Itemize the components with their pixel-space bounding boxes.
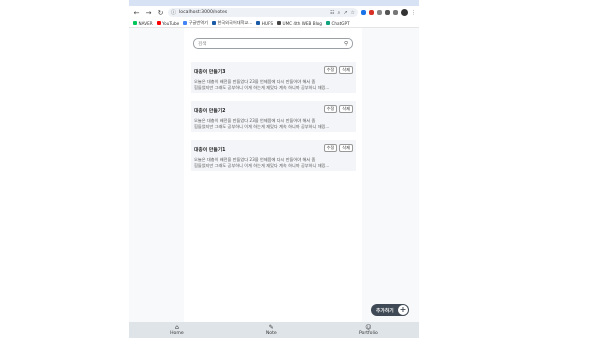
nav-label: Home	[170, 331, 184, 336]
note-body-line: 힘들었지만 그래도 공부하니 이게 하는게 재밌다 계속 하니까 공부하니 재밌…	[194, 84, 330, 90]
address-bar[interactable]: ⓘ localhost:3000/notes ☷ ⌕ ↗ ☆	[168, 8, 358, 17]
search-placeholder: 검색	[198, 41, 207, 47]
extension-icon[interactable]	[385, 10, 390, 15]
edit-button[interactable]: 수정	[323, 105, 338, 113]
note-body-line: 힘들었지만 그래도 공부하니 이게 하는게 재밌다 계속 하니까 공부하니 재밌…	[194, 123, 330, 129]
bookmark-item[interactable]: HUFS	[256, 21, 273, 26]
note-card[interactable]: 대충이 만들기3 수정 삭제 오늘은 대충이 배전을 만들었다 23을 언제쯤에…	[191, 62, 356, 93]
plus-icon: +	[398, 305, 408, 315]
zoom-icon[interactable]: ⌕	[338, 10, 341, 16]
gmail-icon[interactable]	[369, 10, 374, 15]
extension-icon[interactable]	[377, 10, 382, 15]
home-icon: ⌂	[174, 324, 179, 331]
delete-button[interactable]: 삭제	[339, 105, 353, 113]
add-note-label: 추가하기	[376, 308, 394, 314]
bookmarks-bar: NAVER YouTube 구글번역기 한국외국어대학교... HUFS UMC…	[129, 19, 419, 28]
delete-button[interactable]: 삭제	[339, 144, 353, 152]
site-info-icon[interactable]: ⓘ	[171, 10, 176, 16]
note-title: 대충이 만들기3	[194, 70, 226, 75]
bookmark-item[interactable]: YouTube	[156, 21, 179, 26]
nav-item-portfolio[interactable]: ☺ Portfolio	[359, 324, 378, 336]
add-note-button[interactable]: 추가하기 +	[371, 304, 409, 316]
note-body: 오늘은 대충이 배전을 만들었다 23을 언제쯤에 다시 만들어야 해서 좀 힘…	[194, 157, 352, 168]
page-content: 검색 ⚲ 대충이 만들기3 수정 삭제 오늘은 대충이 배전을 만들었다 23을…	[129, 28, 419, 322]
nav-label: Portfolio	[358, 331, 378, 336]
bookmark-item[interactable]: ChatGPT	[325, 21, 350, 26]
browser-window: ← → ↻ ⓘ localhost:3000/notes ☷ ⌕ ↗ ☆ ⋮ N…	[129, 0, 419, 338]
puzzle-icon[interactable]	[393, 10, 398, 15]
bookmark-item[interactable]: NAVER	[133, 21, 153, 26]
bookmark-favicon-icon	[256, 21, 261, 25]
share-icon[interactable]: ↗	[343, 10, 347, 16]
browser-toolbar: ← → ↻ ⓘ localhost:3000/notes ☷ ⌕ ↗ ☆ ⋮	[129, 6, 419, 19]
search-input[interactable]: 검색 ⚲	[193, 38, 353, 49]
note-title: 대충이 만들기2	[194, 109, 226, 114]
url-text: localhost:3000/notes	[179, 10, 228, 15]
bookmark-item[interactable]: 한국외국어대학교...	[211, 20, 252, 26]
bookmark-item[interactable]: UMC 4th WEB Blog	[277, 21, 322, 26]
edit-button[interactable]: 수정	[323, 144, 338, 152]
note-card[interactable]: 대충이 만들기2 수정 삭제 오늘은 대충이 배전을 만들었다 23을 언제쯤에…	[191, 101, 356, 132]
bookmark-favicon-icon	[183, 21, 188, 25]
nav-item-home[interactable]: ⌂ Home	[170, 324, 184, 336]
bookmark-favicon-icon	[211, 21, 216, 25]
note-body: 오늘은 대충이 배전을 만들었다 23을 언제쯤에 다시 만들어야 해서 좀 힘…	[194, 79, 352, 90]
bookmark-item[interactable]: 구글번역기	[183, 20, 208, 26]
avatar[interactable]	[401, 9, 408, 16]
extension-icon[interactable]	[361, 10, 366, 15]
back-icon[interactable]: ←	[132, 8, 141, 18]
forward-icon[interactable]: →	[144, 8, 153, 18]
note-body-line: 힘들었지만 그래도 공부하니 이게 하는게 재밌다 계속 하니까 공부하니 재밌…	[194, 162, 330, 168]
bookmark-star-icon[interactable]: ☆	[351, 10, 355, 16]
bookmark-favicon-icon	[133, 21, 137, 25]
bookmark-favicon-icon	[156, 21, 161, 25]
note-body: 오늘은 대충이 배전을 만들었다 23을 언제쯤에 다시 만들어야 해서 좀 힘…	[194, 118, 352, 129]
bottom-nav: ⌂ Home ✎ Note ☺ Portfolio	[129, 322, 419, 338]
bookmark-favicon-icon	[277, 21, 281, 25]
edit-button[interactable]: 수정	[323, 66, 338, 74]
delete-button[interactable]: 삭제	[339, 66, 353, 74]
search-icon[interactable]: ⚲	[344, 41, 348, 47]
person-icon: ☺	[365, 324, 372, 331]
notes-column: 검색 ⚲ 대충이 만들기3 수정 삭제 오늘은 대충이 배전을 만들었다 23을…	[184, 28, 362, 322]
more-menu-icon[interactable]: ⋮	[411, 10, 416, 16]
nav-item-note[interactable]: ✎ Note	[266, 324, 277, 336]
nav-label: Note	[265, 331, 277, 336]
translate-icon[interactable]: ☷	[330, 10, 334, 16]
bookmark-favicon-icon	[325, 21, 330, 25]
reload-icon[interactable]: ↻	[156, 8, 165, 18]
note-card[interactable]: 대충이 만들기1 수정 삭제 오늘은 대충이 배전을 만들었다 23을 언제쯤에…	[191, 140, 356, 171]
edit-icon: ✎	[268, 324, 274, 331]
note-title: 대충이 만들기1	[194, 148, 226, 153]
